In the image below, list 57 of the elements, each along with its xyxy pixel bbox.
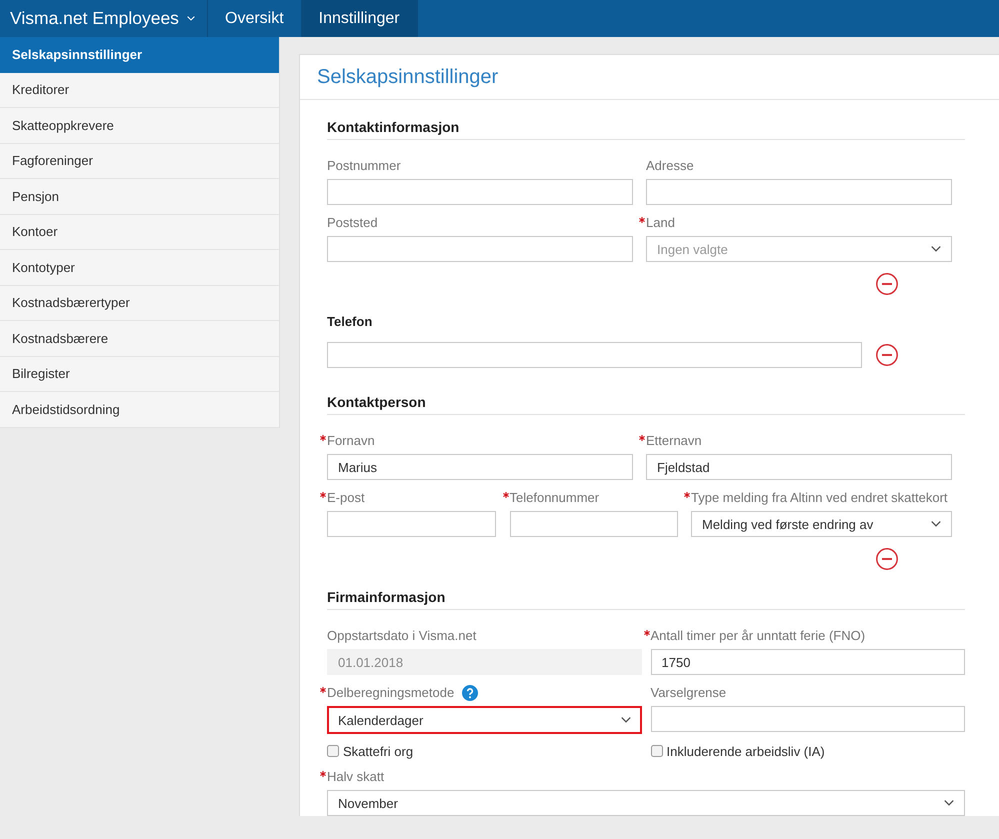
- minus-circle-icon[interactable]: [876, 548, 898, 570]
- sidebar-item[interactable]: Skatteoppkrevere: [0, 108, 279, 144]
- checkbox-label: Skattefri org: [343, 744, 414, 758]
- checkbox[interactable]: [650, 745, 662, 757]
- sidebar-item[interactable]: Bilregister: [0, 356, 279, 392]
- field-label: Antall timer per år unntatt ferie (FNO): [650, 628, 866, 643]
- sidebar-item[interactable]: Selskapsinnstillinger: [0, 37, 279, 72]
- text-input[interactable]: Fjeldstad: [646, 454, 952, 480]
- chevron-down-icon: [944, 800, 954, 806]
- text-input[interactable]: [327, 511, 496, 537]
- field-label: Poststed: [327, 215, 378, 230]
- minus-circle-icon[interactable]: [876, 344, 898, 366]
- text-input[interactable]: 1750: [650, 649, 965, 675]
- sidebar-item[interactable]: Pensjon: [0, 179, 279, 214]
- sidebar-item[interactable]: Kostnadsbærere: [0, 321, 279, 356]
- section-heading: Kontaktinformasjon: [327, 118, 965, 140]
- section-heading: Firmainformasjon: [327, 588, 965, 610]
- sidebar-item[interactable]: Arbeidstidsordning: [0, 392, 279, 428]
- text-input[interactable]: [327, 179, 633, 205]
- text-input[interactable]: [650, 706, 965, 732]
- nav-tab[interactable]: Innstillinger: [302, 0, 418, 37]
- dropdown[interactable]: November: [327, 790, 965, 816]
- field-label: E-post: [327, 490, 365, 505]
- field-label: Varselgrense: [650, 685, 726, 700]
- field-label: Oppstartsdato i Visma.net: [327, 628, 476, 643]
- help-icon[interactable]: [462, 684, 478, 700]
- text-input[interactable]: [327, 236, 633, 262]
- section-heading: Kontaktperson: [327, 393, 965, 415]
- sidebar-item[interactable]: Kontotyper: [0, 250, 279, 286]
- field-label: Adresse: [646, 158, 694, 173]
- checkbox-label: Inkluderende arbeidsliv (IA): [666, 744, 825, 758]
- chevron-down-icon: [931, 521, 941, 527]
- checkbox[interactable]: [327, 745, 339, 757]
- sidebar-item[interactable]: Kreditorer: [0, 72, 279, 108]
- field-label: Delberegningsmetode: [327, 685, 454, 700]
- field-label: Etternavn: [646, 433, 702, 448]
- field-label: Fornavn: [327, 433, 375, 448]
- text-input[interactable]: [327, 342, 862, 368]
- page-title: Selskapsinnstillinger: [300, 55, 999, 100]
- dropdown[interactable]: Melding ved første endring av: [691, 511, 952, 537]
- chevron-down-icon: [931, 246, 941, 252]
- minus-circle-icon[interactable]: [876, 273, 898, 295]
- field-label: Postnummer: [327, 158, 401, 173]
- text-input[interactable]: Marius: [327, 454, 633, 480]
- sidebar-item[interactable]: Fagforeninger: [0, 144, 279, 179]
- chevron-down-icon: [186, 16, 195, 21]
- section-heading: Telefon: [327, 313, 372, 330]
- sidebar-item[interactable]: Kontoer: [0, 214, 279, 250]
- field-label: Telefonnummer: [510, 490, 600, 505]
- dropdown[interactable]: Kalenderdager: [327, 706, 642, 734]
- chevron-down-icon: [620, 717, 630, 723]
- text-input[interactable]: [510, 511, 678, 537]
- field-label: Type melding fra Altinn ved endret skattekort: [691, 490, 948, 505]
- text-input[interactable]: [646, 179, 952, 205]
- field-label: Land: [646, 215, 675, 230]
- sidebar-item[interactable]: Kostnadsbærertyper: [0, 286, 279, 321]
- field-label: Halv skatt: [327, 769, 384, 784]
